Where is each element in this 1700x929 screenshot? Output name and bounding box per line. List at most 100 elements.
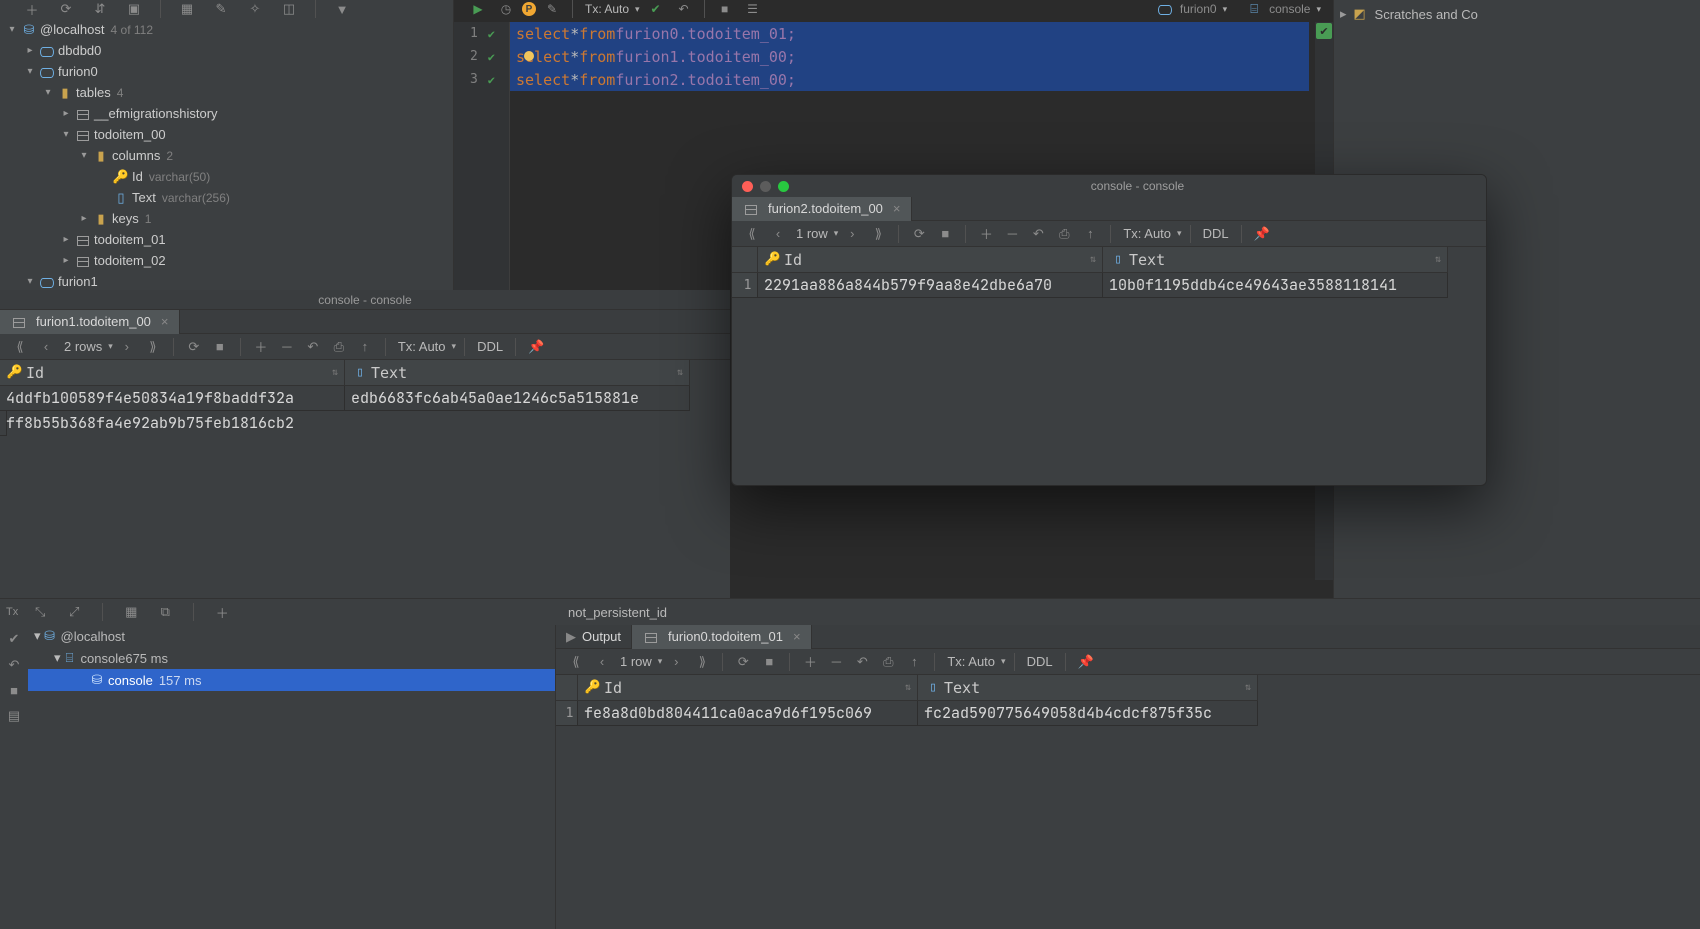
table-efmigrations[interactable]: __efmigrationshistory [94,106,218,121]
datasource-name[interactable]: @localhost [40,22,105,37]
stop-icon[interactable]: ■ [10,683,18,698]
sort-icon[interactable]: ⇅ [332,367,338,378]
code-line[interactable]: select * from furion0.todoitem_01; [510,22,1309,45]
result-tab[interactable]: furion1.todoitem_00× [0,310,180,334]
schema-furion0[interactable]: furion0 [58,64,98,79]
add-row-icon[interactable]: ＋ [974,222,998,246]
add-icon[interactable]: ＋ [210,600,234,624]
add-icon[interactable]: ＋ [20,0,44,21]
stop-icon[interactable]: ▣ [122,0,146,21]
pin-icon[interactable]: 📌 [1250,222,1274,246]
services-result-grid[interactable]: 🔑Id⇅ ▯Text⇅ 1 fe8a8d0bd804411ca0aca9d6f1… [556,675,1700,726]
first-page-icon[interactable]: ⟪ [564,650,588,674]
delete-row-icon[interactable]: － [275,335,299,359]
result-tab[interactable]: furion0.todoitem_01× [632,625,812,649]
services-console-1[interactable]: console [81,651,126,666]
tx-mode-selector[interactable]: Tx: Auto [943,654,999,669]
column-header-text[interactable]: ▯Text⇅ [345,360,690,386]
result-tab[interactable]: furion2.todoitem_00× [732,197,912,221]
services-tree[interactable]: ▾⛁@localhost ▾⌸console675 ms ⛁console157… [28,625,556,929]
keys-folder[interactable]: keys [112,211,139,226]
cell[interactable]: fe8a8d0bd804411ca0aca9d6f195c069 [578,701,918,726]
run-icon[interactable]: ▶ [466,0,490,21]
submit-icon[interactable]: ↑ [902,650,926,674]
window-close-icon[interactable] [742,181,753,192]
close-icon[interactable]: × [793,629,801,644]
collapse-icon[interactable]: ⤢ [62,600,86,624]
last-page-icon[interactable]: ⟫ [866,222,890,246]
services-host[interactable]: @localhost [61,629,126,644]
settings-icon[interactable]: ☰ [741,0,765,21]
ddl-button[interactable]: DDL [1023,654,1057,669]
add-row-icon[interactable]: ＋ [798,650,822,674]
row-count-selector[interactable]: 2 rows [60,339,106,354]
prev-page-icon[interactable]: ‹ [34,335,58,359]
cell[interactable]: fc2ad590775649058d4b4cdcf875f35c [918,701,1258,726]
column-header-id[interactable]: 🔑Id⇅ [758,247,1103,273]
popup-result-grid[interactable]: 🔑Id⇅ ▯Text⇅ 1 2291aa886a844b579f9aa8e42d… [732,247,1486,298]
schema-selector[interactable]: furion0 [1180,2,1217,16]
column-header-rownum[interactable] [556,675,578,701]
cell[interactable]: ff8b55b368fa4e92ab9b75feb1816cb2 [0,411,7,436]
pin-icon[interactable]: 📌 [524,335,548,359]
layout-icon[interactable]: ▤ [8,708,20,724]
grid-icon[interactable]: ▦ [119,600,143,624]
clone-icon[interactable]: ⎙ [876,650,900,674]
close-icon[interactable]: × [161,314,169,329]
wand-icon[interactable]: ✧ [243,0,267,21]
submit-icon[interactable]: ↑ [353,335,377,359]
tx-mode-selector[interactable]: Tx: Auto [394,339,450,354]
delete-row-icon[interactable]: － [824,650,848,674]
schema-furion1[interactable]: furion1 [58,274,98,289]
history-icon[interactable]: ◷ [494,0,518,21]
code-line[interactable]: select * from furion1.todoitem_00; [510,45,1309,68]
cell[interactable]: 4ddfb100589f4e50834a19f8baddf32a [0,386,345,411]
next-page-icon[interactable]: › [840,222,864,246]
sync-icon[interactable]: ⇵ [88,0,112,21]
prev-page-icon[interactable]: ‹ [590,650,614,674]
submit-icon[interactable]: ↑ [1078,222,1102,246]
scratches-node[interactable]: Scratches and Co [1375,7,1478,22]
services-console-2[interactable]: console [108,673,153,688]
table-todoitem00[interactable]: todoitem_00 [94,127,166,142]
stop-icon[interactable]: ■ [757,650,781,674]
expand-icon[interactable]: ⤡ [28,600,52,624]
cell[interactable]: 10b0f1195ddb4ce49643ae3588118141 [1103,273,1448,298]
refresh-icon[interactable]: ⟳ [907,222,931,246]
code-line[interactable]: select * from furion2.todoitem_00; [510,68,1309,91]
first-page-icon[interactable]: ⟪ [8,335,32,359]
refresh-icon[interactable]: ⟳ [182,335,206,359]
stop-icon[interactable]: ■ [933,222,957,246]
ddl-button[interactable]: DDL [1199,226,1233,241]
revert-icon[interactable]: ↶ [850,650,874,674]
intention-bulb-icon[interactable] [524,51,534,61]
sort-icon[interactable]: ⇅ [1245,682,1251,693]
stop-icon[interactable]: ■ [713,0,737,21]
column-text[interactable]: Text [132,190,156,205]
next-page-icon[interactable]: › [115,335,139,359]
clone-icon[interactable]: ⎙ [1052,222,1076,246]
output-tab[interactable]: ▶Output [556,625,632,649]
wrench-icon[interactable]: ✎ [540,0,564,21]
sort-icon[interactable]: ⇅ [1090,254,1096,265]
add-row-icon[interactable]: ＋ [249,335,273,359]
ddl-button[interactable]: DDL [473,339,507,354]
database-tree[interactable]: ▾⛁@localhost4 of 112 ▸dbdbd0 ▾furion0 ▾▮… [0,18,453,290]
row-number[interactable]: 1 [556,701,578,726]
add-tab-icon[interactable]: ⧉ [153,600,177,624]
table-todoitem02[interactable]: todoitem_02 [94,253,166,268]
column-header-id[interactable]: 🔑Id⇅ [578,675,918,701]
tables-folder[interactable]: tables [76,85,111,100]
window-minimize-icon[interactable] [760,181,771,192]
row-number[interactable]: 1 [732,273,758,298]
refresh-icon[interactable]: ⟳ [731,650,755,674]
window-zoom-icon[interactable] [778,181,789,192]
last-page-icon[interactable]: ⟫ [690,650,714,674]
tx-mode-selector[interactable]: Tx: Auto [1119,226,1175,241]
popup-titlebar[interactable]: console - console [732,175,1486,197]
revert-icon[interactable]: ↶ [301,335,325,359]
column-header-id[interactable]: 🔑Id⇅ [0,360,345,386]
analysis-ok-icon[interactable]: ✔ [1316,23,1332,39]
table-view-icon[interactable]: ▦ [175,0,199,21]
table-todoitem01[interactable]: todoitem_01 [94,232,166,247]
